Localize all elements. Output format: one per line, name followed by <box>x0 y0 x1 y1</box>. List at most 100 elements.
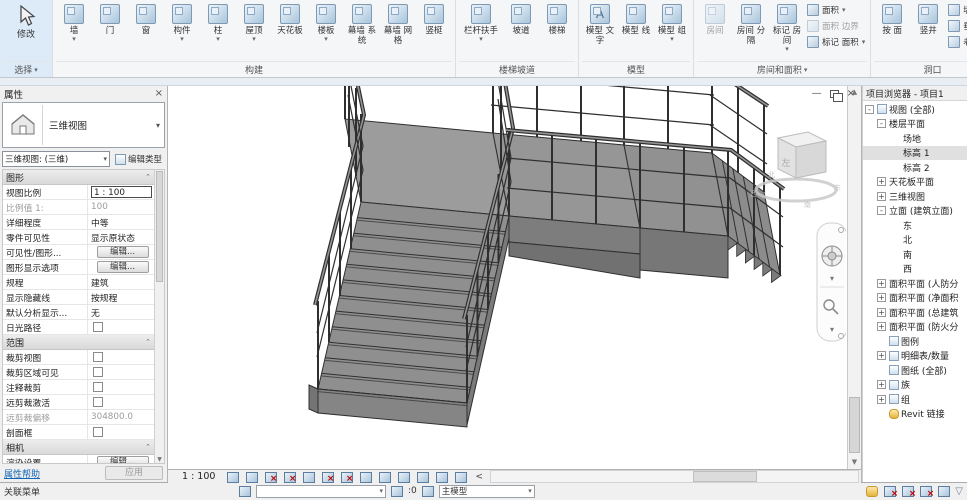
tree-item-east[interactable]: 东 <box>863 218 967 233</box>
wall-opening-button[interactable]: 墙 <box>948 2 967 18</box>
tree-item-area-plan-net[interactable]: +面积平面 (净面积 <box>863 291 967 306</box>
room-area-group-label[interactable]: 房间和面积▾ <box>697 61 867 77</box>
type-selector[interactable]: 三维视图 ▾ <box>2 102 165 148</box>
selection-filter-icon[interactable]: ▽ <box>955 486 963 497</box>
tree-item-area-plan-civil-defense[interactable]: +面积平面 (人防分 <box>863 276 967 291</box>
crop-view-icon[interactable] <box>319 470 335 483</box>
section-header-extents[interactable]: 范围⌃ <box>3 335 154 350</box>
tree-item-families[interactable]: +族 <box>863 378 967 393</box>
tree-item-south[interactable]: 南 <box>863 247 967 262</box>
room-button[interactable]: 房间 <box>697 2 733 36</box>
model-text-button[interactable]: A模型 文字 <box>582 2 618 46</box>
annotation-crop-checkbox[interactable] <box>93 382 103 392</box>
wall-button[interactable]: 墙▾ <box>56 2 92 42</box>
tree-item-sheets[interactable]: 图纸 (全部) <box>863 363 967 378</box>
show-crop-region-icon[interactable] <box>338 470 354 483</box>
visibility-graphics-edit-button[interactable]: 编辑... <box>97 246 149 258</box>
window-button[interactable]: 窗 <box>128 2 164 36</box>
tree-item-3d-views[interactable]: +三维视图 <box>863 189 967 204</box>
floor-button[interactable]: 楼板▾ <box>308 2 344 42</box>
roof-button[interactable]: 屋顶▾ <box>236 2 272 42</box>
tree-item-level-1[interactable]: 标高 1 <box>863 146 967 161</box>
default-analysis-display-field[interactable]: 无 <box>87 305 154 319</box>
tree-item-groups[interactable]: +组 <box>863 392 967 407</box>
scroll-down-icon[interactable]: ▼ <box>848 456 861 469</box>
detail-level-icon[interactable] <box>224 470 240 483</box>
editing-requests-icon[interactable] <box>390 485 404 497</box>
column-button[interactable]: 柱▾ <box>200 2 236 42</box>
component-button[interactable]: 构件▾ <box>164 2 200 42</box>
modify-button[interactable]: 修改 <box>3 2 49 40</box>
section-box-checkbox[interactable] <box>93 427 103 437</box>
far-clip-active-checkbox[interactable] <box>93 397 103 407</box>
model-line-button[interactable]: 模型 线 <box>618 2 654 36</box>
edit-type-button[interactable]: 编辑类型 <box>112 151 165 167</box>
tree-item-north[interactable]: 北 <box>863 233 967 248</box>
sun-path-icon[interactable] <box>262 470 278 483</box>
design-options-icon[interactable] <box>421 485 435 497</box>
active-design-option-select[interactable]: 主模型▾ <box>439 485 535 498</box>
tree-item-ceiling-plans[interactable]: +天花板平面 <box>863 175 967 190</box>
close-icon[interactable]: × <box>847 88 855 100</box>
canvas-vertical-scrollbar[interactable]: ▲ ▼ <box>847 86 861 469</box>
crop-view-checkbox[interactable] <box>93 352 103 362</box>
shadows-icon[interactable] <box>281 470 297 483</box>
worksets-icon[interactable] <box>238 485 252 497</box>
navbar-wheel-menu-icon[interactable]: ▾ <box>830 274 834 283</box>
reveal-hidden-elements-icon[interactable] <box>395 470 411 483</box>
tree-item-area-plan-fire[interactable]: +面积平面 (防火分 <box>863 320 967 335</box>
instance-selector[interactable]: 三维视图: (三维)▾ <box>2 151 110 167</box>
graphic-display-options-edit-button[interactable]: 编辑... <box>97 261 149 273</box>
tree-item-elevations[interactable]: -立面 (建筑立面) <box>863 204 967 219</box>
show-constraints-icon[interactable] <box>452 470 468 483</box>
tree-item-site[interactable]: 场地 <box>863 131 967 146</box>
temporary-view-properties-icon[interactable] <box>414 470 430 483</box>
ramp-button[interactable]: 坡道 <box>503 2 539 36</box>
model-group-button[interactable]: 模型 组▾ <box>654 2 690 42</box>
discipline-field[interactable]: 建筑 <box>87 275 154 289</box>
vertical-opening-button[interactable]: 垂直 <box>948 18 967 34</box>
properties-help-link[interactable]: 属性帮助 <box>4 467 40 480</box>
show-hidden-lines-field[interactable]: 按规程 <box>87 290 154 304</box>
tree-item-area-plan-gross[interactable]: +面积平面 (总建筑 <box>863 305 967 320</box>
ceiling-button[interactable]: 天花板 <box>272 2 308 36</box>
sun-path-checkbox[interactable] <box>93 322 103 332</box>
curtain-grid-button[interactable]: 幕墙 网格 <box>380 2 416 46</box>
tree-item-legends[interactable]: 图例 <box>863 334 967 349</box>
select-pinned-elements-toggle[interactable] <box>901 485 915 497</box>
apply-button[interactable]: 应用 <box>105 466 163 480</box>
tree-item-floor-plans[interactable]: -楼层平面 <box>863 117 967 132</box>
close-icon[interactable]: × <box>155 88 163 99</box>
steering-wheel-icon[interactable] <box>822 246 842 266</box>
scrollbar-thumb[interactable] <box>156 171 163 282</box>
rendering-dialog-icon[interactable] <box>300 470 316 483</box>
tree-item-revit-links[interactable]: Revit 链接 <box>863 407 967 422</box>
mullion-button[interactable]: 竖梃 <box>416 2 452 36</box>
scroll-down-icon[interactable]: ▼ <box>155 456 164 463</box>
temporary-hide-isolate-icon[interactable] <box>376 470 392 483</box>
room-separator-button[interactable]: 房间 分隔 <box>733 2 769 46</box>
stair-button[interactable]: 楼梯 <box>539 2 575 36</box>
tag-room-button[interactable]: 标记 房间▾ <box>769 2 805 52</box>
section-header-camera[interactable]: 相机⌃ <box>3 440 154 455</box>
scrollbar-thumb[interactable] <box>849 397 860 453</box>
parts-visibility-field[interactable]: 显示原状态 <box>87 230 154 244</box>
section-header-graphics[interactable]: 图形⌃ <box>3 170 154 185</box>
tree-item-west[interactable]: 西 <box>863 262 967 277</box>
railing-button[interactable]: 栏杆扶手▾ <box>459 2 503 42</box>
select-underlay-elements-toggle[interactable] <box>883 485 897 497</box>
navbar-zoom-menu-icon[interactable]: ▾ <box>830 325 834 334</box>
area-button[interactable]: 面积▾ <box>807 2 865 18</box>
tree-item-views[interactable]: -视图 (全部) <box>863 102 967 117</box>
tag-area-button[interactable]: 标记 面积▾ <box>807 34 865 50</box>
properties-scrollbar[interactable]: ▼ <box>154 170 164 463</box>
rendering-settings-edit-button[interactable]: 编辑... <box>97 456 149 464</box>
detail-level-field[interactable]: 中等 <box>87 215 154 229</box>
select-elements-by-face-toggle[interactable] <box>919 485 933 497</box>
scrollbar-thumb[interactable] <box>693 471 757 482</box>
shaft-opening-button[interactable]: 竖井 <box>910 2 946 36</box>
tree-item-level-2[interactable]: 标高 2 <box>863 160 967 175</box>
area-boundary-button[interactable]: 面积 边界 <box>807 18 865 34</box>
worksharing-display-icon[interactable] <box>433 470 449 483</box>
collapse-view-bar-icon[interactable]: < <box>475 472 483 482</box>
